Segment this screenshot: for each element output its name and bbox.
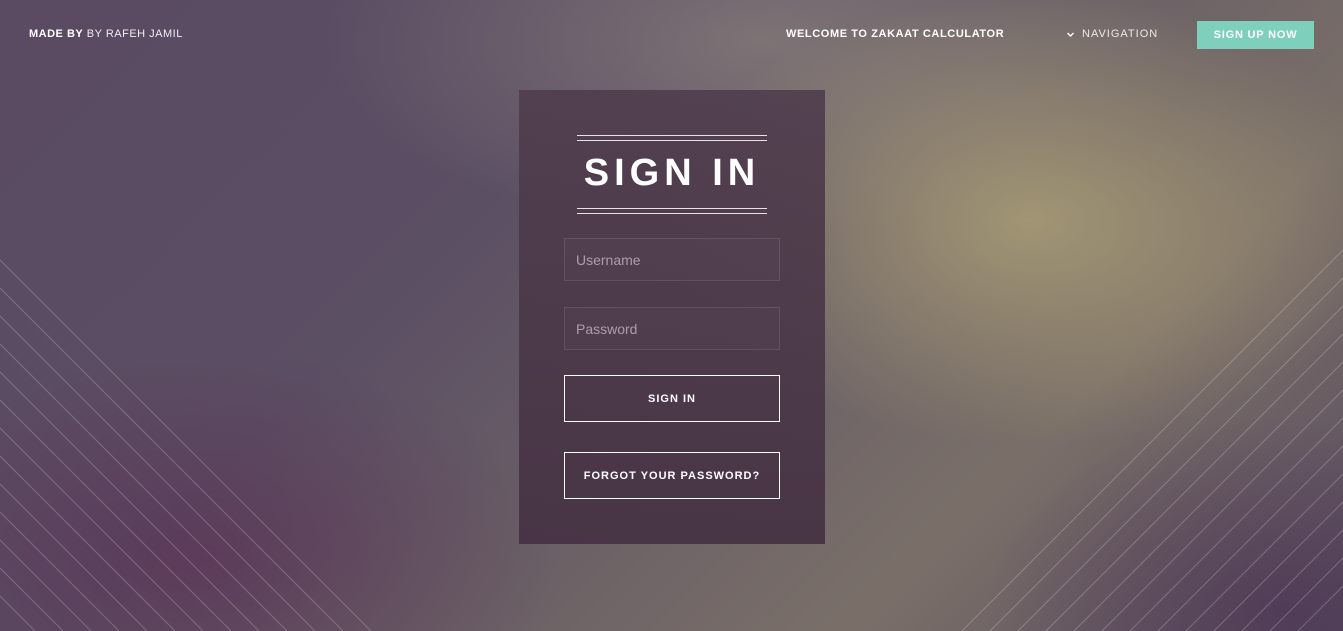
username-input[interactable]: [564, 238, 780, 281]
sign-in-button[interactable]: SIGN IN: [564, 375, 780, 422]
page-title: SIGN IN: [583, 152, 761, 194]
top-navbar: MADE BY BY RAFEH JAMIL WELCOME TO ZAKAAT…: [0, 0, 1343, 70]
sign-in-card: SIGN IN SIGN IN FORGOT YOUR PASSWORD?: [519, 90, 825, 544]
password-input[interactable]: [564, 307, 780, 350]
welcome-link[interactable]: WELCOME TO ZAKAAT CALCULATOR: [786, 28, 1004, 40]
title-bottom-rule: [577, 208, 767, 214]
chevron-down-icon: [1067, 32, 1074, 37]
brand-author: BY RAFEH JAMIL: [86, 28, 183, 40]
forgot-password-button[interactable]: FORGOT YOUR PASSWORD?: [564, 452, 780, 499]
navigation-label: NAVIGATION: [1082, 28, 1159, 40]
navigation-dropdown[interactable]: NAVIGATION: [1065, 28, 1158, 40]
brand-made-by: MADE BY: [29, 28, 84, 40]
sign-up-button[interactable]: SIGN UP NOW: [1197, 21, 1314, 49]
brand-credit[interactable]: MADE BY BY RAFEH JAMIL: [29, 28, 183, 40]
sign-in-heading: SIGN IN: [577, 135, 767, 214]
